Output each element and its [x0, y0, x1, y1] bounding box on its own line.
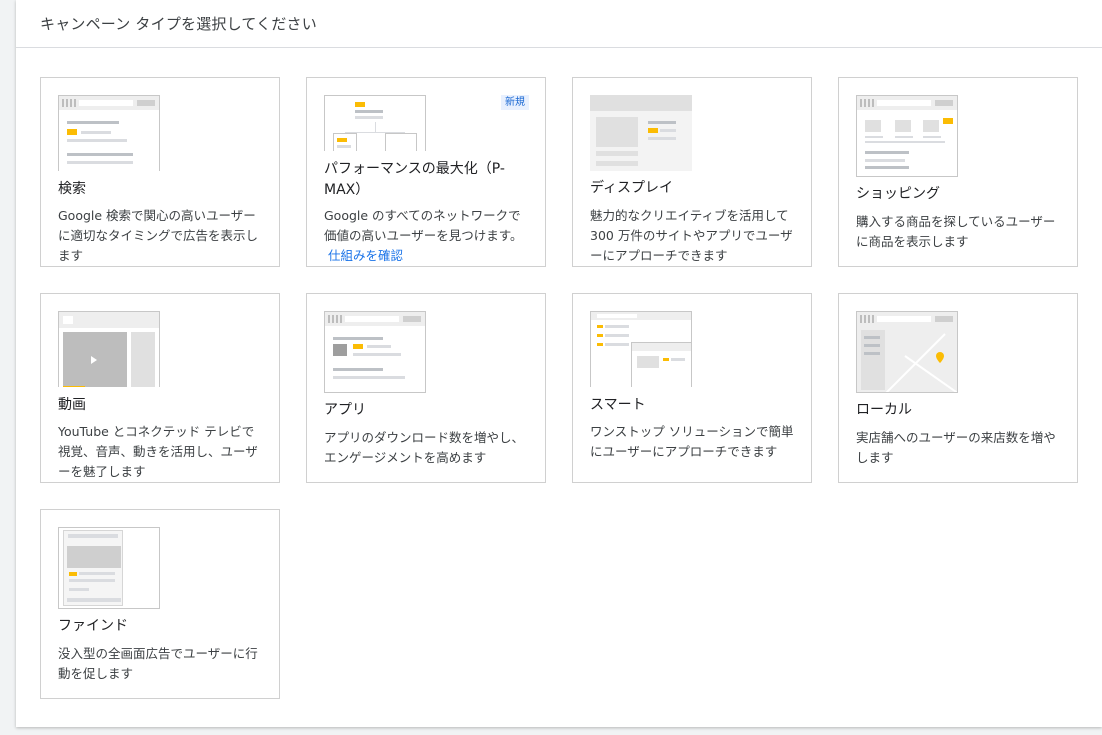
- card-title: パフォーマンスの最大化（P-MAX）: [324, 161, 505, 198]
- discovery-campaign-illustration: [58, 527, 160, 609]
- campaign-type-panel: キャンペーン タイプを選択してください 検索 Google 検索で関心の高いユー…: [16, 0, 1102, 727]
- card-description: アプリのダウンロード数を増やし、エンゲージメントを高めます: [324, 430, 525, 465]
- card-description: ワンストップ ソリューションで簡単にユーザーにアプローチできます: [590, 424, 794, 459]
- campaign-card-display[interactable]: ディスプレイ 魅力的なクリエイティブを活用して 300 万件のサイトやアプリでユ…: [572, 77, 812, 267]
- search-campaign-illustration: [58, 95, 160, 171]
- pmax-campaign-illustration: [324, 95, 426, 151]
- card-title: ローカル: [856, 402, 912, 418]
- card-description: 没入型の全画面広告でユーザーに行動を促します: [58, 646, 258, 681]
- header-divider: [16, 47, 1102, 48]
- card-title: スマート: [590, 397, 646, 413]
- campaign-card-local[interactable]: ローカル 実店舗へのユーザーの来店数を増やします: [838, 293, 1078, 483]
- card-title: 検索: [58, 181, 86, 197]
- card-title: ファインド: [58, 618, 128, 634]
- shopping-campaign-illustration: [856, 95, 958, 177]
- new-badge: 新規: [501, 95, 529, 110]
- learn-more-link[interactable]: 仕組みを確認: [328, 246, 403, 266]
- page-title: キャンペーン タイプを選択してください: [40, 15, 317, 33]
- card-description: 購入する商品を探しているユーザーに商品を表示します: [856, 214, 1056, 249]
- smart-campaign-illustration: [590, 311, 692, 387]
- card-title: 動画: [58, 397, 86, 413]
- card-title: ショッピング: [856, 186, 940, 202]
- campaign-card-pmax[interactable]: 新規 パフォーマンスの最大化（P-MAX） Google のすべてのネットワーク…: [306, 77, 546, 267]
- campaign-card-discovery[interactable]: ファインド 没入型の全画面広告でユーザーに行動を促します: [40, 509, 280, 699]
- campaign-card-shopping[interactable]: ショッピング 購入する商品を探しているユーザーに商品を表示します: [838, 77, 1078, 267]
- card-description: YouTube とコネクテッド テレビで視覚、音声、動きを活用し、ユーザーを魅了…: [58, 424, 258, 479]
- campaign-card-video[interactable]: 動画 YouTube とコネクテッド テレビで視覚、音声、動きを活用し、ユーザー…: [40, 293, 280, 483]
- display-campaign-illustration: [590, 95, 692, 171]
- video-campaign-illustration: [58, 311, 160, 387]
- card-title: アプリ: [324, 402, 366, 418]
- card-description: 実店舗へのユーザーの来店数を増やします: [856, 430, 1056, 465]
- local-campaign-illustration: [856, 311, 958, 393]
- campaign-card-smart[interactable]: スマート ワンストップ ソリューションで簡単にユーザーにアプローチできます: [572, 293, 812, 483]
- card-description: Google のすべてのネットワークで価値の高いユーザーを見つけます。: [324, 208, 523, 243]
- campaign-card-app[interactable]: アプリ アプリのダウンロード数を増やし、エンゲージメントを高めます: [306, 293, 546, 483]
- card-description: Google 検索で関心の高いユーザーに適切なタイミングで広告を表示します: [58, 208, 259, 263]
- campaign-card-search[interactable]: 検索 Google 検索で関心の高いユーザーに適切なタイミングで広告を表示します: [40, 77, 280, 267]
- card-title: ディスプレイ: [590, 180, 674, 196]
- card-description: 魅力的なクリエイティブを活用して 300 万件のサイトやアプリでユーザーにアプロ…: [590, 208, 793, 263]
- app-campaign-illustration: [324, 311, 426, 393]
